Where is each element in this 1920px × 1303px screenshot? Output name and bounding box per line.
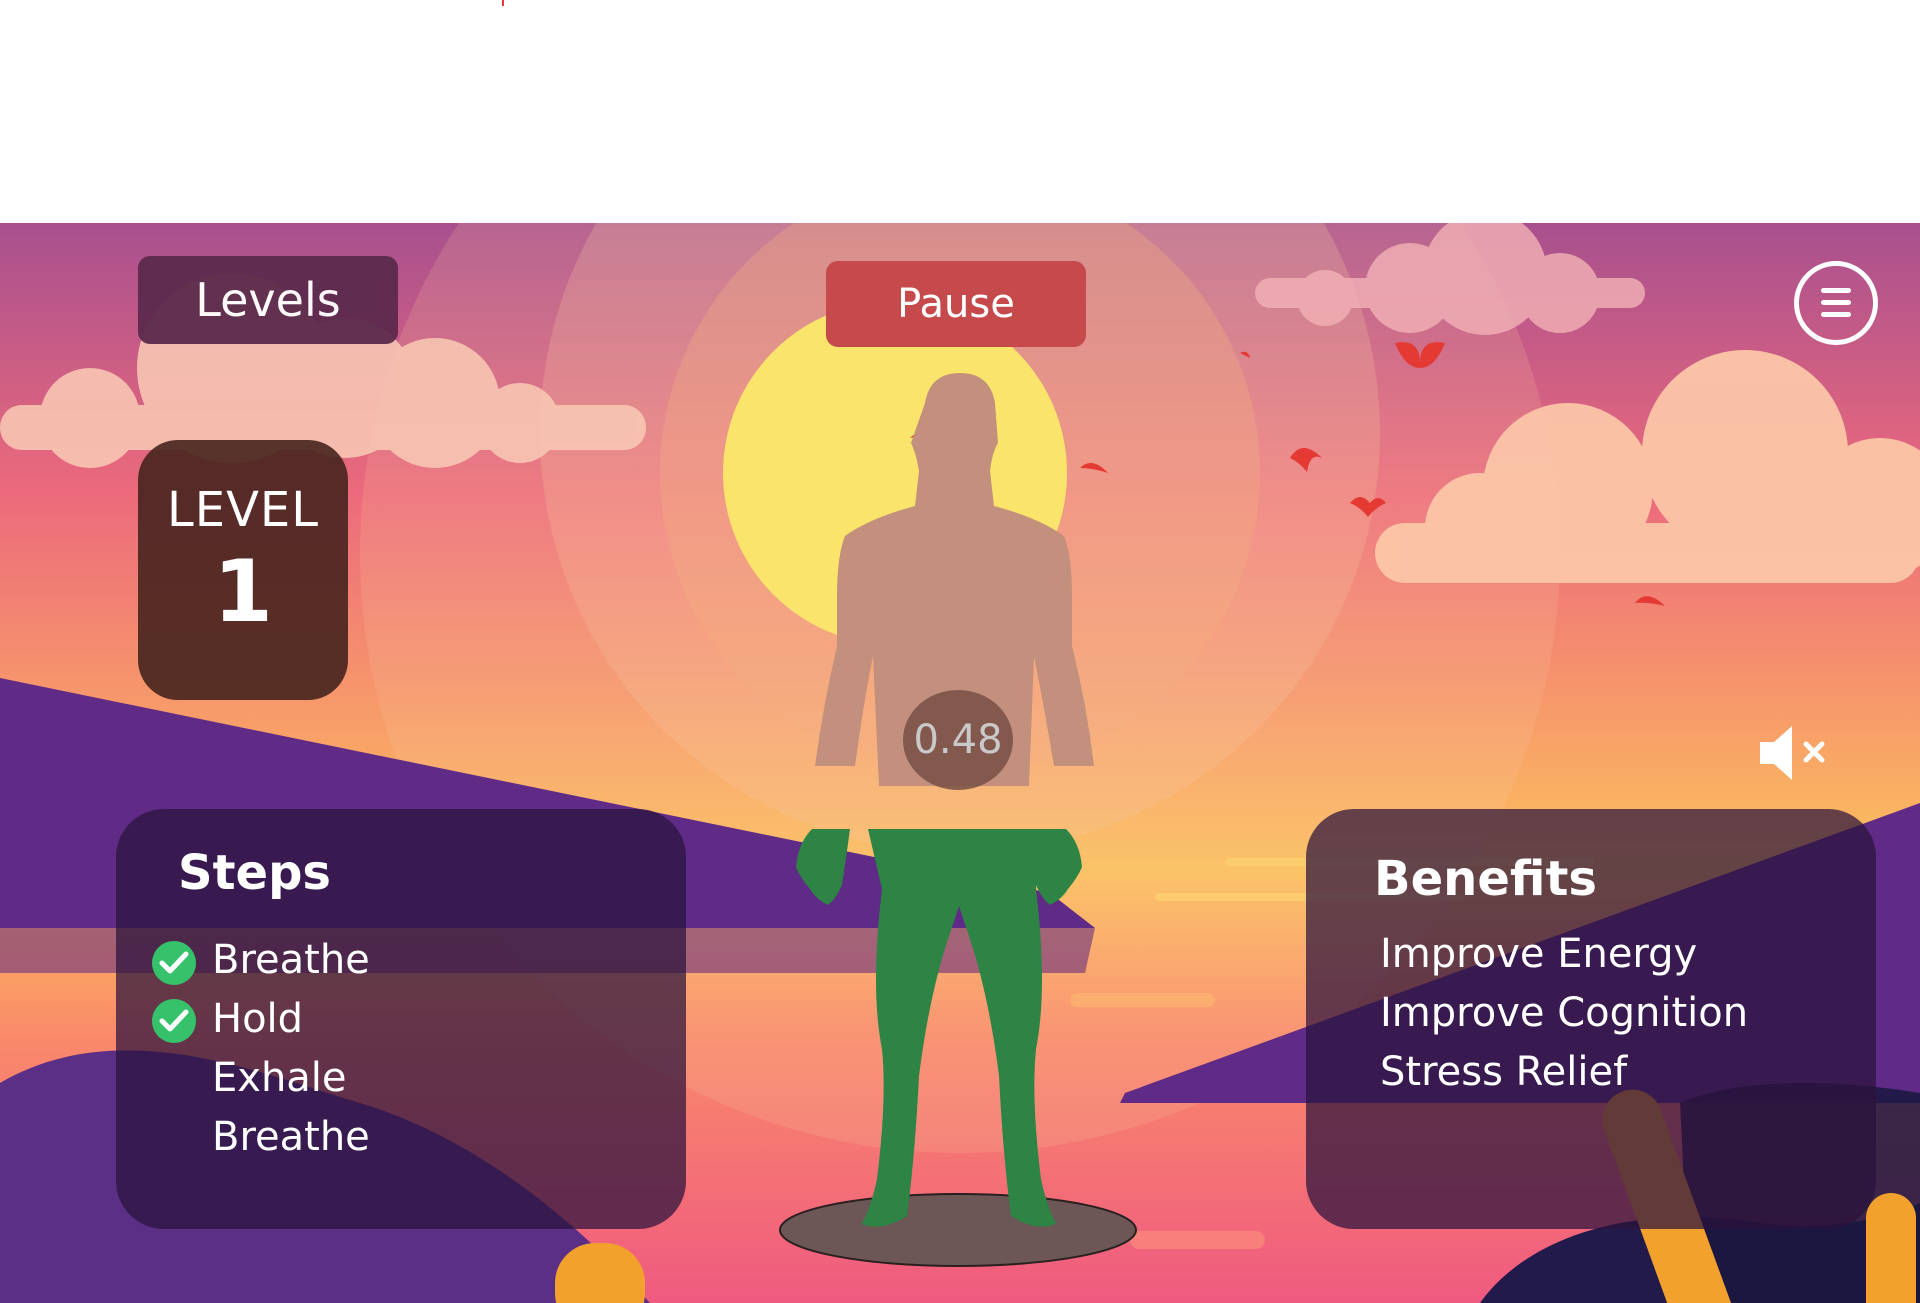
step-item: Exhale xyxy=(212,1055,347,1101)
check-circle-icon xyxy=(152,941,196,985)
menu-bar xyxy=(1821,300,1851,305)
game-scene: Levels Pause LEVEL 1 0.48 Steps Breathe … xyxy=(0,223,1920,1303)
benefits-title: Benefits xyxy=(1374,851,1597,907)
level-label: LEVEL xyxy=(167,482,319,538)
step-item: Hold xyxy=(212,996,304,1042)
breath-timer: 0.48 xyxy=(903,690,1013,790)
benefit-item: Stress Relief xyxy=(1380,1049,1628,1095)
pause-button[interactable]: Pause xyxy=(826,261,1086,347)
menu-bar xyxy=(1821,312,1851,317)
benefits-panel: Benefits Improve Energy Improve Cognitio… xyxy=(1306,809,1876,1229)
speaker-muted-icon[interactable] xyxy=(1756,718,1836,788)
menu-bar xyxy=(1821,288,1851,293)
levels-button[interactable]: Levels xyxy=(138,256,398,344)
top-blank-area xyxy=(0,0,1920,223)
steps-title: Steps xyxy=(178,845,331,901)
step-item: Breathe xyxy=(212,1114,370,1160)
level-number: 1 xyxy=(213,542,273,642)
check-circle-icon xyxy=(152,999,196,1043)
benefit-item: Improve Energy xyxy=(1380,931,1698,977)
level-indicator: LEVEL 1 xyxy=(138,440,348,700)
menu-icon[interactable] xyxy=(1794,261,1878,345)
benefit-item: Improve Cognition xyxy=(1380,990,1749,1036)
step-item: Breathe xyxy=(212,937,370,983)
steps-panel: Steps Breathe Hold Exhale Breathe xyxy=(116,809,686,1229)
red-marker xyxy=(502,0,504,6)
